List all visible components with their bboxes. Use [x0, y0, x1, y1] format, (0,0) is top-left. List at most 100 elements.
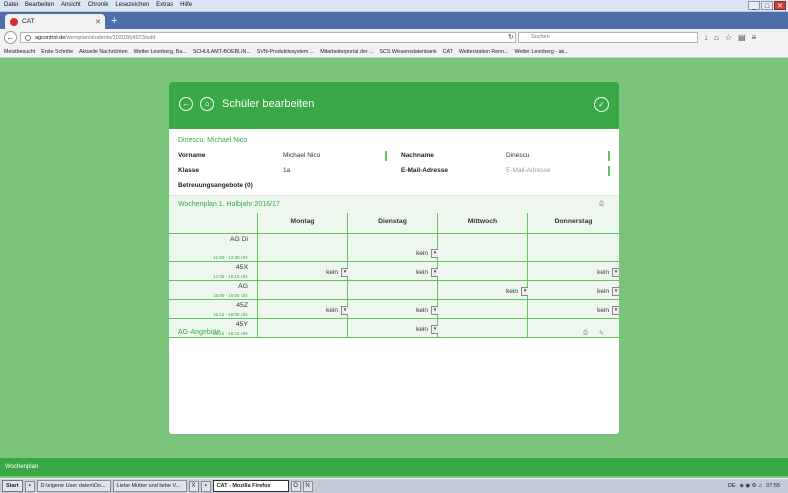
- back-arrow-icon[interactable]: ←: [4, 31, 17, 44]
- toolbar-icons: ↓ ⌂ ☆ ▤ ≡: [704, 33, 756, 42]
- offer-select-value: kein: [416, 250, 428, 257]
- menu-datei[interactable]: Datei: [4, 2, 18, 8]
- menu-hilfe[interactable]: Hilfe: [180, 2, 192, 8]
- reload-icon[interactable]: ↻: [508, 33, 514, 41]
- klasse-field[interactable]: 1a: [283, 167, 290, 174]
- bookmark-item[interactable]: Mitarbeiterportal der ...: [320, 49, 373, 55]
- lesson-title: 45X: [235, 264, 248, 271]
- schedule-cell: kein ▾: [528, 262, 619, 280]
- browser-tab-cat[interactable]: CAT ✕: [5, 14, 105, 29]
- bookmark-item[interactable]: CAT: [443, 49, 453, 55]
- offer-select-value: kein: [416, 269, 428, 276]
- start-button[interactable]: Start: [2, 480, 23, 492]
- vorname-field[interactable]: Michael Nico: [283, 152, 320, 159]
- column-header-dienstag: Dienstag: [348, 213, 438, 233]
- wochenplan-header: Wochenplan 1. Halbjahr 2016/17 ⎙: [169, 196, 619, 213]
- nachname-field-indicator: [608, 151, 610, 161]
- offer-select[interactable]: kein ▾: [358, 249, 442, 258]
- ag-print-icon[interactable]: ⎙: [583, 330, 588, 337]
- minimize-button[interactable]: _: [748, 1, 760, 10]
- offer-select-value: kein: [597, 269, 609, 276]
- footer-wochenplan-link[interactable]: Wochenplan: [5, 464, 38, 470]
- url-host: agcontrol.de: [35, 34, 66, 41]
- menu-hamburger-icon[interactable]: ≡: [752, 33, 757, 42]
- menu-lesezeichen[interactable]: Lesezeichen: [115, 2, 149, 8]
- window-titlebar: Datei Bearbeiten Ansicht Chronik Lesezei…: [0, 0, 788, 12]
- new-tab-icon[interactable]: +: [111, 15, 117, 27]
- taskbar-outlook-icon[interactable]: O: [290, 480, 301, 492]
- bookmark-item[interactable]: Wetter Leonberg, Ba...: [134, 49, 187, 55]
- email-label: E-Mail-Adresse: [401, 167, 448, 174]
- home-icon[interactable]: ⌂: [714, 33, 719, 42]
- offer-select[interactable]: kein ▾: [268, 306, 352, 315]
- bookmark-item[interactable]: Meistbesucht: [4, 49, 35, 55]
- lesson-time: 11:55 - 12:30 Uhr: [213, 255, 248, 260]
- dropdown-arrow-icon[interactable]: ▾: [612, 306, 619, 315]
- table-row: 45Y 15:15 - 16:15 Uhr kein ▾: [169, 319, 619, 338]
- quicklaunch-icon[interactable]: ▪: [24, 480, 35, 492]
- offer-select[interactable]: kein ▾: [538, 287, 619, 296]
- offer-select-value: kein: [416, 307, 428, 314]
- offer-select[interactable]: kein ▾: [358, 325, 442, 334]
- schedule-cell: kein ▾: [258, 262, 349, 280]
- download-icon[interactable]: ↓: [704, 33, 708, 42]
- menu-bar: Datei Bearbeiten Ansicht Chronik Lesezei…: [4, 2, 192, 8]
- betreuungsangebote-label: Betreuungsangebote (0): [178, 182, 253, 189]
- menu-extras[interactable]: Extras: [156, 2, 173, 8]
- taskbar-onenote-icon[interactable]: N: [302, 480, 313, 492]
- offer-select-value: kein: [416, 326, 428, 333]
- offer-select[interactable]: kein ▾: [358, 306, 442, 315]
- bookmark-item[interactable]: SVN-Produktivsystem ...: [257, 49, 314, 55]
- home-circle-icon[interactable]: ⌂: [200, 97, 214, 111]
- email-field[interactable]: E-Mail-Adresse: [506, 167, 550, 174]
- tray-icons[interactable]: ◈ ◉ ⚙ ♫: [740, 483, 763, 489]
- taskbar-item-firefox[interactable]: CAT - Mozilla Firefox: [212, 480, 289, 492]
- table-row: 45X 14:35 - 15:15 Uhr kein ▾ kein ▾ kein ▾: [169, 262, 619, 281]
- bookmark-star-icon[interactable]: ☆: [725, 33, 732, 42]
- close-window-button[interactable]: ✕: [774, 1, 786, 10]
- library-icon[interactable]: ▤: [738, 33, 746, 42]
- taskbar-excel-icon[interactable]: X: [188, 480, 199, 492]
- url-bar[interactable]: agcontrol.de /wemplan/students/202036/49…: [20, 32, 516, 43]
- schedule-cell: [258, 281, 348, 299]
- offer-select[interactable]: kein ▾: [538, 268, 619, 277]
- print-icon[interactable]: ⎙: [599, 201, 604, 208]
- nachname-label: Nachname: [401, 152, 434, 159]
- offer-select[interactable]: kein ▾: [358, 268, 442, 277]
- table-header-row: Montag Dienstag Mittwoch Donnerstag: [169, 213, 619, 234]
- card-header: ← ⌂ Schüler bearbeiten ✓: [169, 82, 619, 129]
- table-corner-cell: [169, 213, 258, 233]
- language-indicator[interactable]: DE: [728, 483, 736, 489]
- back-circle-icon[interactable]: ←: [179, 97, 193, 111]
- schedule-cell: kein ▾: [528, 300, 619, 318]
- bookmark-item[interactable]: Erste Schritte: [41, 49, 73, 55]
- search-input[interactable]: Suchen: [518, 32, 698, 43]
- bookmark-item[interactable]: Wetter Leonberg - ak...: [515, 49, 569, 55]
- tab-close-icon[interactable]: ✕: [95, 18, 105, 26]
- lesson-title: 45Z: [236, 302, 248, 309]
- bookmark-item[interactable]: SCHULAMT-BOEBLIN...: [193, 49, 251, 55]
- bookmark-item[interactable]: Wetterstation Renn...: [459, 49, 509, 55]
- schedule-cell: [438, 300, 528, 318]
- offer-select[interactable]: kein ▾: [268, 268, 352, 277]
- save-check-icon[interactable]: ✓: [594, 97, 609, 112]
- nachname-field[interactable]: Dinescu: [506, 152, 529, 159]
- site-info-icon[interactable]: [25, 34, 31, 41]
- schedule-cell: [438, 234, 528, 261]
- ag-edit-pencil-icon[interactable]: ✎: [599, 330, 604, 337]
- taskbar-app-icon[interactable]: ▪: [200, 480, 211, 492]
- menu-chronik[interactable]: Chronik: [88, 2, 109, 8]
- taskbar-item-word[interactable]: Liebe Mütter und liebe V...: [112, 480, 187, 492]
- maximize-button[interactable]: □: [761, 1, 773, 10]
- dropdown-arrow-icon[interactable]: ▾: [612, 287, 619, 296]
- table-row: AG Di 11:55 - 12:30 Uhr kein ▾: [169, 234, 619, 262]
- offer-select[interactable]: kein ▾: [538, 306, 619, 315]
- menu-bearbeiten[interactable]: Bearbeiten: [25, 2, 54, 8]
- menu-ansicht[interactable]: Ansicht: [61, 2, 81, 8]
- taskbar-item-explorer[interactable]: D:\eigene User daten\Do...: [36, 480, 111, 492]
- klasse-label: Klasse: [178, 167, 199, 174]
- bookmark-item[interactable]: Aktuelle Nachrichten: [79, 49, 128, 55]
- offer-select[interactable]: kein ▾: [448, 287, 532, 296]
- dropdown-arrow-icon[interactable]: ▾: [612, 268, 619, 277]
- bookmark-item[interactable]: SCS Wissensdatenbank: [380, 49, 437, 55]
